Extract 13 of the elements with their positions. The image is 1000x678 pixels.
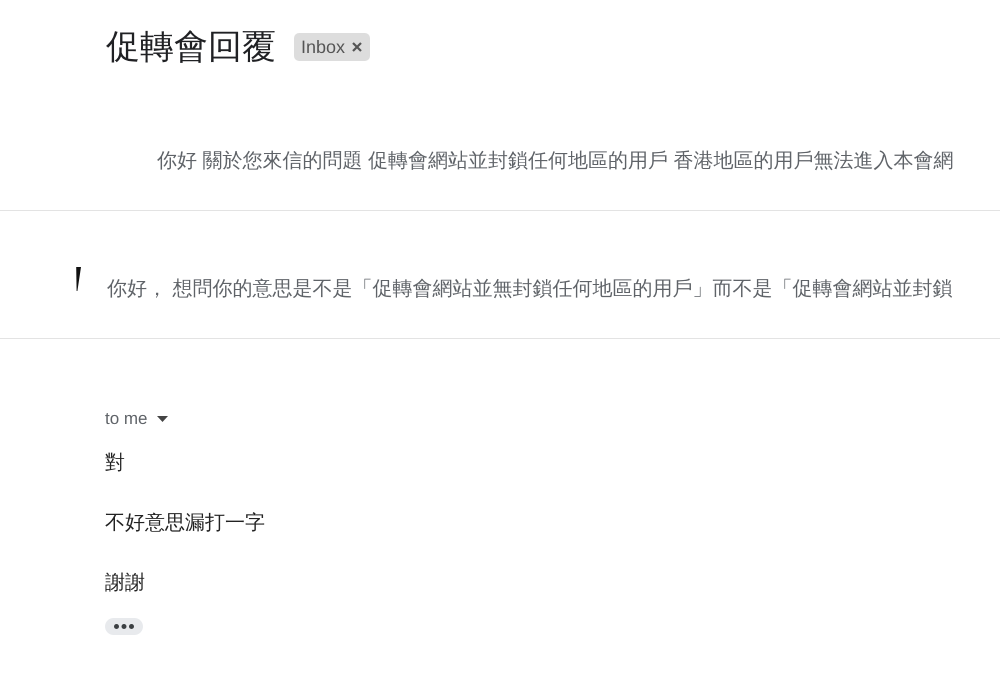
stroke-mark-icon [74,267,81,291]
caret-icon [156,416,168,422]
recipient-details-button[interactable]: to me [105,409,168,429]
message-text: 謝謝 [105,571,146,596]
email-subject: 促轉會回覆 [106,27,276,67]
message-text: 不好意思漏打一字 [105,511,266,536]
message-text: 對 [105,451,126,476]
close-icon [352,42,362,52]
message-snippet[interactable]: 你好 關於您來信的問題 促轉會網站並封鎖任何地區的用戶 香港地區的用戶無法進入本會網 [157,146,954,174]
show-trimmed-content-button[interactable] [105,618,143,635]
ellipsis-icon [114,624,134,629]
label-text: Inbox [301,36,346,58]
message-snippet[interactable]: 你好， 想問你的意思是不是「促轉會網站並無封鎖任何地區的用戶」而不是「促轉會網站並封鎖 [107,275,953,303]
